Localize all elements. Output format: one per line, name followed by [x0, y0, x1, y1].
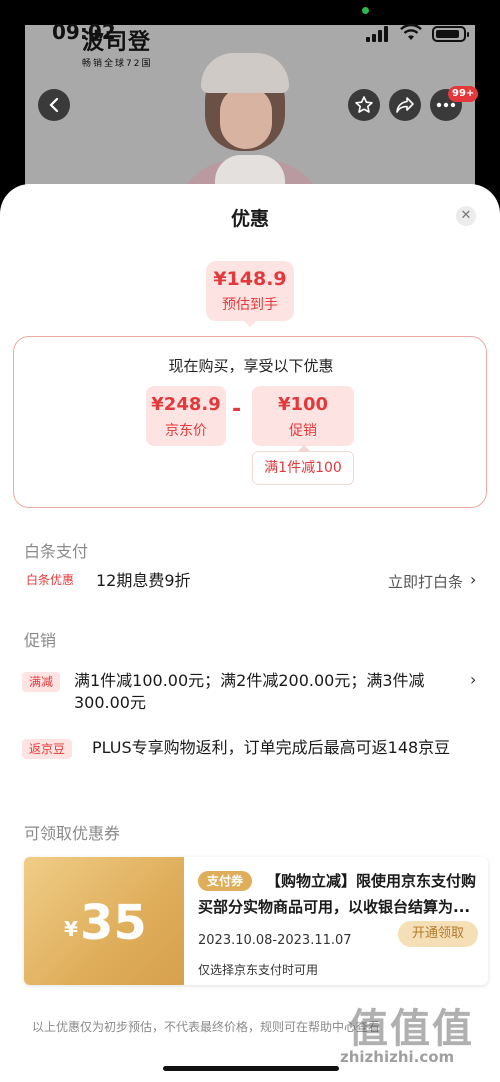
discount-sheet: 优惠 ✕ ¥148.9 预估到手 现在购买，享受以下优惠 ¥248.9 京东价 …: [0, 184, 500, 1082]
coupon-section-title: 可领取优惠券: [24, 824, 121, 843]
home-indicator[interactable]: [163, 1066, 339, 1071]
baitiao-offer-text: 12期息费9折: [96, 571, 191, 590]
sheet-title: 优惠: [230, 208, 269, 230]
camera-indicator-icon: [362, 7, 369, 14]
star-icon: [355, 96, 373, 113]
chevron-right-icon[interactable]: ›: [470, 570, 476, 589]
estimated-price-label: 预估到手: [222, 297, 278, 313]
promo-tag-jingdou: 返京豆: [22, 739, 73, 759]
close-button[interactable]: ✕: [456, 206, 476, 226]
baitiao-action[interactable]: 立即打白条: [388, 571, 463, 592]
claim-coupon-button[interactable]: 开通领取: [398, 921, 478, 947]
wifi-icon: [400, 24, 422, 40]
promotion-section-title: 促销: [24, 631, 57, 650]
coupon-type-tag: 支付券: [198, 871, 253, 891]
chevron-left-icon: [49, 97, 59, 113]
coupon-card: ¥ 35 【购物立减】限使用京东支付购买部分实物商品可用，以收银台结算为... …: [24, 857, 488, 985]
promo-text-full-reduction: 满1件减100.00元；满2件减200.00元；满3件减300.00元: [74, 671, 425, 712]
chevron-right-icon[interactable]: ›: [470, 670, 476, 689]
promo-rule: 满1件减100: [252, 451, 354, 485]
favorite-button[interactable]: [348, 89, 380, 121]
status-bar: 09:02: [0, 0, 500, 60]
promo-text-jingdou: PLUS专享购物返利，订单完成后最高可返148京豆: [92, 738, 451, 757]
jd-price-box: ¥248.9 京东价: [146, 386, 226, 446]
jd-price: ¥248.9: [151, 394, 221, 415]
promo-label: 促销: [289, 423, 317, 439]
coupon-note: 仅选择京东支付时可用: [198, 963, 319, 977]
more-dots-icon: [436, 102, 456, 108]
share-button[interactable]: [389, 89, 421, 121]
coupon-currency: ¥: [64, 917, 78, 941]
promo-tag-full-reduction: 满减: [22, 672, 61, 692]
estimated-price-box: ¥148.9 预估到手: [206, 261, 294, 321]
status-time: 09:02: [52, 20, 116, 44]
watermark-url: zhizhizhi.com: [340, 1048, 455, 1066]
battery-icon: [432, 26, 469, 42]
baitiao-section-title: 白条支付: [24, 542, 89, 561]
estimate-pointer: [244, 321, 256, 327]
promo-amount: ¥100: [277, 394, 329, 415]
coupon-value: 35: [80, 895, 147, 951]
baitiao-tag: 白条优惠: [26, 573, 75, 587]
message-count-badge: 99+: [448, 86, 479, 102]
back-button[interactable]: [38, 89, 70, 121]
minus-sign: -: [232, 397, 242, 422]
jd-price-label: 京东价: [165, 423, 207, 439]
coupon-value-panel: ¥ 35: [24, 857, 184, 985]
coupon-validity: 2023.10.08-2023.11.07: [198, 933, 352, 948]
hero-face-shape: [220, 87, 272, 149]
close-icon: ✕: [460, 208, 472, 223]
price-breakdown: 现在购买，享受以下优惠 ¥248.9 京东价 - ¥100 促销 满1件减100: [13, 336, 487, 508]
signal-icon: [366, 26, 390, 42]
watermark: 值值值: [348, 1006, 474, 1052]
share-icon: [396, 97, 414, 113]
breakdown-title: 现在购买，享受以下优惠: [168, 357, 334, 375]
promo-box: ¥100 促销: [252, 386, 354, 446]
estimated-price: ¥148.9: [213, 268, 287, 290]
